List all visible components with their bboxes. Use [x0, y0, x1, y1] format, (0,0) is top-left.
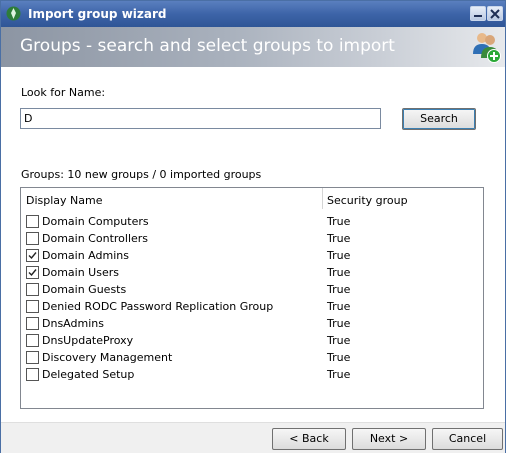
security-group-value: True — [327, 215, 351, 228]
table-row[interactable]: Domain Controllers True — [21, 230, 483, 247]
table-row[interactable]: Delegated Setup True — [21, 366, 483, 383]
row-checkbox[interactable] — [26, 266, 39, 279]
row-checkbox[interactable] — [26, 317, 39, 330]
column-header-display-name[interactable]: Display Name — [26, 194, 103, 207]
security-group-value: True — [327, 249, 351, 262]
table-row[interactable]: Denied RODC Password Replication Group Tr… — [21, 298, 483, 315]
security-group-value: True — [327, 334, 351, 347]
list-header: Display Name Security group — [21, 188, 483, 213]
group-name: Domain Users — [42, 266, 119, 279]
group-name: Domain Computers — [42, 215, 149, 228]
security-group-value: True — [327, 351, 351, 364]
close-icon[interactable] — [487, 6, 503, 21]
search-button[interactable]: Search — [402, 108, 476, 130]
row-checkbox[interactable] — [26, 368, 39, 381]
security-group-value: True — [327, 266, 351, 279]
row-checkbox[interactable] — [26, 215, 39, 228]
table-row[interactable]: Domain Admins True — [21, 247, 483, 264]
group-name: DnsAdmins — [42, 317, 104, 330]
security-group-value: True — [327, 300, 351, 313]
group-name: Discovery Management — [42, 351, 173, 364]
wizard-header: Groups - search and select groups to imp… — [1, 27, 505, 67]
window-title: Import group wizard — [28, 7, 167, 21]
cancel-button[interactable]: Cancel — [432, 428, 503, 450]
table-row[interactable]: Domain Computers True — [21, 213, 483, 230]
title-bar[interactable]: Import group wizard — [1, 1, 505, 27]
group-add-icon — [470, 30, 502, 67]
wizard-content: Look for Name: Search Groups: 10 new gro… — [1, 67, 505, 422]
security-group-value: True — [327, 317, 351, 330]
security-group-value: True — [327, 232, 351, 245]
row-checkbox[interactable] — [26, 334, 39, 347]
row-checkbox[interactable] — [26, 232, 39, 245]
groups-summary: Groups: 10 new groups / 0 imported group… — [21, 168, 262, 181]
group-name: Domain Admins — [42, 249, 129, 262]
name-search-input[interactable] — [20, 108, 381, 129]
groups-list[interactable]: Display Name Security group Domain Compu… — [20, 187, 484, 409]
security-group-value: True — [327, 283, 351, 296]
table-row[interactable]: Discovery Management True — [21, 349, 483, 366]
table-row[interactable]: DnsUpdateProxy True — [21, 332, 483, 349]
group-name: Denied RODC Password Replication Group — [42, 300, 274, 313]
group-name: Delegated Setup — [42, 368, 135, 381]
table-row[interactable]: DnsAdmins True — [21, 315, 483, 332]
look-for-name-label: Look for Name: — [21, 86, 106, 99]
group-name: DnsUpdateProxy — [42, 334, 134, 347]
security-group-value: True — [327, 368, 351, 381]
group-name: Domain Guests — [42, 283, 127, 296]
minimize-icon[interactable] — [470, 6, 486, 21]
row-checkbox[interactable] — [26, 249, 39, 262]
app-icon — [6, 6, 21, 21]
back-button[interactable]: < Back — [272, 428, 346, 450]
column-header-security-group[interactable]: Security group — [327, 194, 408, 207]
next-button[interactable]: Next > — [352, 428, 426, 450]
wizard-footer: < Back Next > Cancel — [1, 422, 505, 453]
import-group-wizard-window: Import group wizard Groups - search and … — [0, 0, 506, 453]
row-checkbox[interactable] — [26, 283, 39, 296]
row-checkbox[interactable] — [26, 351, 39, 364]
row-checkbox[interactable] — [26, 300, 39, 313]
group-name: Domain Controllers — [42, 232, 149, 245]
table-row[interactable]: Domain Users True — [21, 264, 483, 281]
table-row[interactable]: Domain Guests True — [21, 281, 483, 298]
page-title: Groups - search and select groups to imp… — [20, 36, 395, 56]
column-separator[interactable] — [322, 188, 323, 209]
